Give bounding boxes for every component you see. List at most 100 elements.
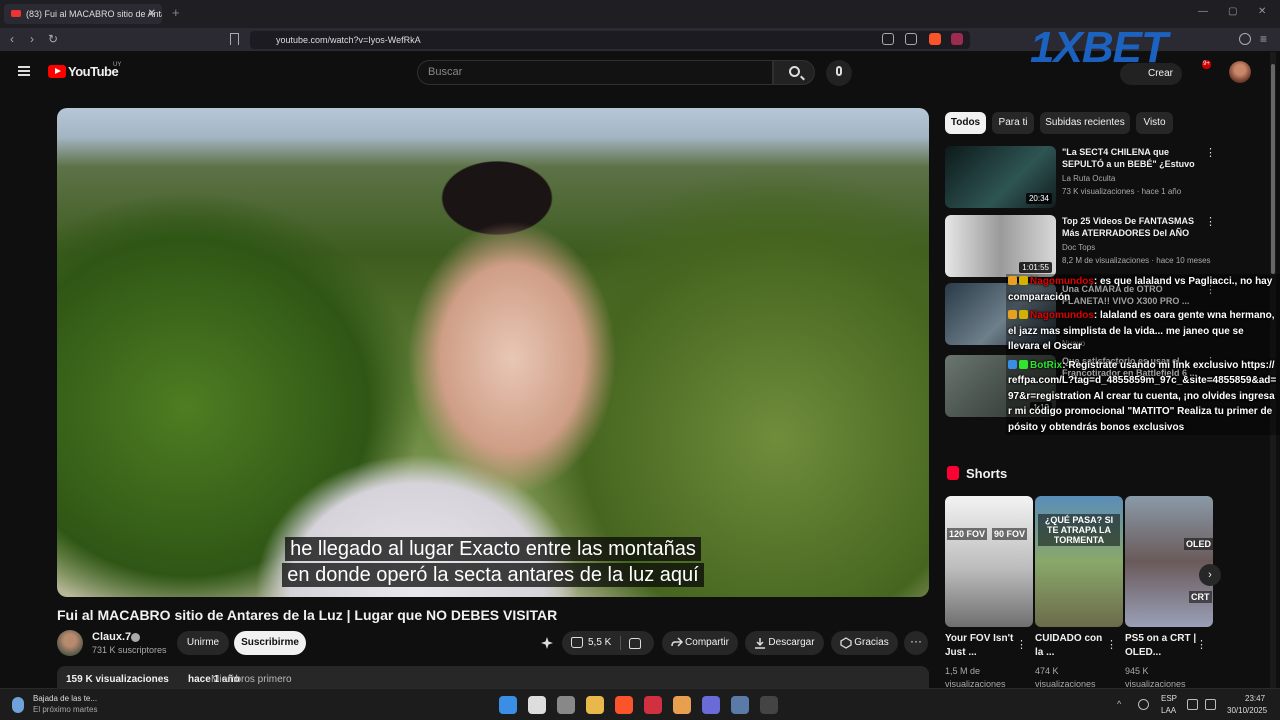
caption-line-1: he llegado al lugar Exacto entre las mon… [57,537,929,561]
short-title[interactable]: Your FOV Isn't Just ... [945,632,1019,660]
youtube-logo-text[interactable]: YouTube [68,64,119,79]
minimize-icon[interactable]: — [1198,6,1208,17]
weather-icon[interactable] [12,697,24,713]
chip-watched[interactable]: Visto [1136,112,1173,134]
verified-icon [131,633,140,642]
clock-date[interactable]: 30/10/2025 [1227,706,1267,715]
youtube-logo-icon[interactable] [48,65,66,78]
more-options-icon[interactable]: ⋮ [1205,146,1216,159]
cast-icon[interactable] [882,33,894,45]
share-icon [671,637,683,647]
video-duration: 1:01:55 [1019,262,1052,273]
chat-badge-icon [1019,310,1028,319]
microphone-tray-icon[interactable] [1138,699,1149,710]
channel-avatar[interactable] [57,630,83,656]
chip-recent-uploads[interactable]: Subidas recientes [1040,112,1130,134]
more-actions-button[interactable]: ··· [904,631,928,655]
recommended-video[interactable]: 20:34 "La SECT4 CHILENA que SEPULTÓ a un… [945,146,1265,210]
short-title[interactable]: CUIDADO con la ... [1035,632,1109,660]
short-thumbnail[interactable]: 120 FOV 90 FOV [945,496,1033,627]
video-thumbnail[interactable]: 20:34 [945,146,1056,208]
forward-icon[interactable]: › [30,32,34,46]
start-icon[interactable] [499,696,517,714]
more-options-icon[interactable]: ⋮ [1196,638,1207,651]
short-overlay-text: CRT [1189,591,1212,603]
scrollbar-thumb[interactable] [1271,64,1275,274]
thanks-button[interactable]: Gracias [831,631,898,655]
search-input[interactable]: Buscar [417,60,773,85]
recommended-video[interactable]: 1:01:55 Top 25 Videos De FANTASMAS Más A… [945,215,1265,279]
join-button[interactable]: Unirme [177,631,229,655]
steam-icon[interactable] [731,696,749,714]
more-options-icon[interactable]: ⋮ [1016,638,1027,651]
vpn-icon[interactable] [1239,33,1251,45]
dislike-icon[interactable] [629,638,641,649]
short-thumbnail[interactable]: OLED CRT [1125,496,1213,627]
more-options-icon[interactable]: ⋮ [1106,638,1117,651]
back-icon[interactable]: ‹ [10,32,14,46]
tab-close-icon[interactable]: ✕ [148,4,156,24]
reload-icon[interactable]: ↻ [48,32,58,46]
video-player[interactable]: he llegado al lugar Exacto entre las mon… [57,108,929,597]
avatar[interactable] [1229,61,1251,83]
voice-search-button[interactable] [826,60,852,86]
rewards-icon[interactable] [951,33,963,45]
network-icon[interactable] [1187,699,1198,710]
new-tab-icon[interactable]: + [172,5,180,20]
file-explorer-icon[interactable] [586,696,604,714]
chat-badge-icon [1008,310,1017,319]
brave-shield-icon[interactable] [929,33,941,45]
ask-ai-icon[interactable] [541,637,553,649]
download-label: Descargar [768,637,815,648]
media-player-icon[interactable] [644,696,662,714]
volume-icon[interactable] [1205,699,1216,710]
channel-name[interactable]: Claux.7 [92,631,131,643]
browser-tab[interactable]: (83) Fui al MACABRO sitio de Antares ✕ [4,4,162,24]
shorts-next-button[interactable]: › [1199,564,1221,586]
short-thumbnail[interactable]: ¿QUÉ PASA? SI TE ATRAPA LA TORMENTA [1035,496,1123,627]
recommended-channel[interactable]: Doc Tops [1062,243,1095,252]
task-view-icon[interactable] [557,696,575,714]
hamburger-menu-icon[interactable] [18,66,30,76]
chip-for-you[interactable]: Para ti [992,112,1034,134]
like-icon[interactable] [571,637,583,648]
browser-menu-icon[interactable]: ≡ [1260,32,1267,46]
os-taskbar: Bajada de las te... El próximo martes ^ … [0,688,1280,720]
video-thumbnail[interactable]: 1:01:55 [945,215,1056,277]
search-button[interactable] [773,60,815,85]
brave-browser-icon[interactable] [615,696,633,714]
chip-all[interactable]: Todos [945,112,986,134]
like-count[interactable]: 5,5 K [588,631,611,655]
keyboard-language[interactable]: ESP [1161,694,1177,703]
maximize-icon[interactable]: ▢ [1228,6,1237,17]
discord-icon[interactable] [702,696,720,714]
members-first-label: Miembros primero [211,674,292,685]
short-overlay-text: 90 FOV [992,528,1028,540]
recommended-meta: 73 K visualizaciones · hace 1 año [1062,187,1182,196]
obs-icon[interactable] [760,696,778,714]
more-options-icon[interactable]: ⋮ [1205,215,1216,228]
keyboard-layout[interactable]: LAA [1161,706,1176,715]
office-icon[interactable] [673,696,691,714]
bookmark-icon[interactable] [230,33,239,45]
share-page-icon[interactable] [905,33,917,45]
clock-time[interactable]: 23:47 [1245,694,1265,703]
caption-line-2: en donde operó la secta antares de la lu… [57,563,929,587]
tray-expand-icon[interactable]: ^ [1117,699,1128,710]
close-window-icon[interactable]: ✕ [1258,6,1266,17]
subscribe-button[interactable]: Suscribirme [234,631,306,655]
youtube-favicon-icon [11,10,21,17]
url-field[interactable]: youtube.com/watch?v=Iyos-WefRkA [250,31,970,49]
widget-title[interactable]: Bajada de las te... [33,694,97,703]
like-divider [620,636,621,650]
search-icon[interactable] [528,696,546,714]
share-button[interactable]: Compartir [662,631,738,655]
download-button[interactable]: Descargar [745,631,824,655]
recommended-title[interactable]: Top 25 Videos De FANTASMAS Más ATERRADOR… [1062,215,1202,239]
recommended-title[interactable]: "La SECT4 CHILENA que SEPULTÓ a un BEBÉ"… [1062,146,1202,170]
notification-badge[interactable]: 9+ [1202,60,1211,69]
search-icon [789,66,800,77]
chat-badge-icon [1019,359,1028,369]
recommended-channel[interactable]: La Ruta Oculta [1062,174,1115,183]
short-title[interactable]: PS5 on a CRT | OLED... [1125,632,1199,660]
